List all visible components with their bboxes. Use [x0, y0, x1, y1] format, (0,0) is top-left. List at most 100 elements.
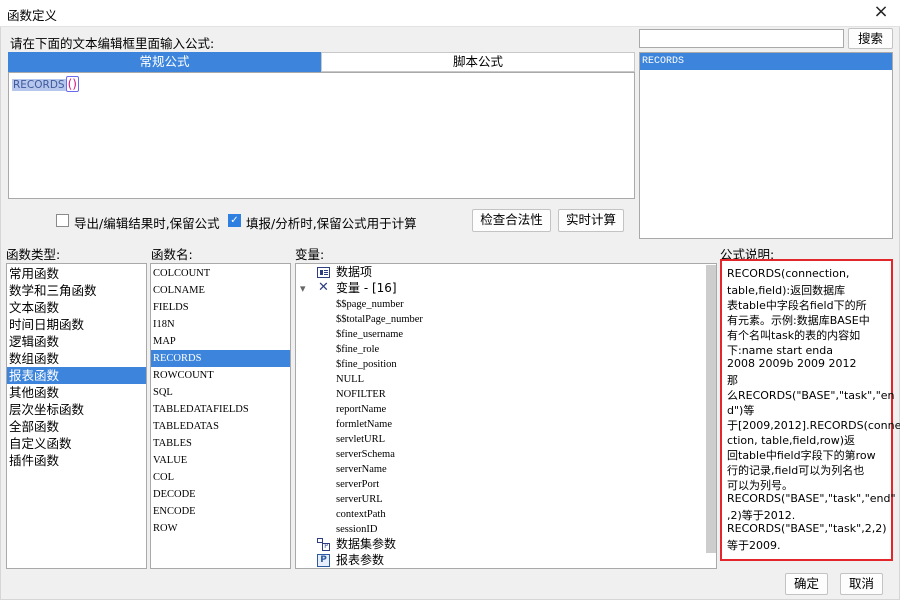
formula-description-panel: RECORDS(connection, table,field):返回数据库表ta… — [720, 259, 900, 561]
chevron-down-icon[interactable]: ▾ — [300, 281, 306, 296]
function-type-item[interactable]: 文本函数 — [7, 299, 146, 316]
tab-regular-formula[interactable]: 常规公式 — [8, 52, 321, 72]
func-name-label: 函数名: — [151, 247, 193, 262]
editor-prompt: 请在下面的文本编辑框里面输入公式: — [10, 36, 215, 51]
description-line: 有个名叫task的表的内容如 — [727, 329, 861, 342]
window-title: 函数定义 — [7, 8, 58, 23]
check-validity-button[interactable]: 检查合法性 — [472, 209, 551, 232]
function-type-item[interactable]: 插件函数 — [7, 452, 146, 469]
function-name-item[interactable]: COLCOUNT — [151, 265, 290, 282]
function-name-item[interactable]: FIELDS — [151, 299, 290, 316]
close-icon[interactable]: × — [871, 2, 891, 22]
search-result-item[interactable]: RECORDS — [640, 53, 892, 70]
description-line: RECORDS("BASE","task",2,2) — [727, 522, 887, 535]
description-line: ,2)等于2012. — [727, 509, 796, 522]
variable-item[interactable]: $fine_role — [336, 342, 379, 357]
formula-parens: () — [65, 76, 79, 92]
variable-item[interactable]: $$totalPage_number — [336, 312, 423, 327]
fill-keep-label: 填报/分析时,保留公式用于计算 — [246, 216, 417, 231]
fill-keep-checkbox[interactable]: ✓ — [228, 214, 241, 227]
description-line: 下:name start enda — [727, 344, 833, 357]
ok-button[interactable]: 确定 — [785, 573, 828, 595]
description-line: RECORDS(connection, — [727, 267, 850, 280]
variable-item[interactable]: NULL — [336, 372, 364, 387]
function-name-item[interactable]: MAP — [151, 333, 290, 350]
variable-item[interactable]: servletURL — [336, 432, 385, 447]
description-line: 于[2009,2012].RECORDS(conne — [727, 419, 900, 432]
tab-script-formula[interactable]: 脚本公式 — [321, 52, 635, 72]
search-results-list[interactable]: RECORDS — [639, 52, 893, 239]
function-name-item[interactable]: SQL — [151, 384, 290, 401]
formula-selection: RECORDS — [12, 79, 66, 91]
function-name-item[interactable]: TABLEDATAS — [151, 418, 290, 435]
description-line: table,field):返回数据库 — [727, 284, 846, 297]
variable-item[interactable]: serverURL — [336, 492, 383, 507]
scrollbar-thumb[interactable] — [706, 265, 716, 553]
description-line: RECORDS("BASE","task","end" — [727, 492, 896, 505]
export-keep-checkbox[interactable] — [56, 214, 69, 227]
description-line: 有元素。示例:数据库BASE中 — [727, 314, 870, 327]
function-name-item[interactable]: TABLES — [151, 435, 290, 452]
title-bar: 函数定义 × — [0, 0, 900, 27]
function-name-item[interactable]: RECORDS — [151, 350, 290, 367]
formula-text[interactable]: RECORDS() — [12, 76, 79, 92]
variable-item[interactable]: formletName — [336, 417, 392, 432]
variable-item[interactable]: NOFILTER — [336, 387, 386, 402]
function-type-item[interactable]: 层次坐标函数 — [7, 401, 146, 418]
variable-scrollbar[interactable] — [706, 265, 716, 553]
search-input[interactable] — [639, 29, 844, 48]
variable-item[interactable]: $$page_number — [336, 297, 404, 312]
function-name-item[interactable]: VALUE — [151, 452, 290, 469]
function-name-item[interactable]: COLNAME — [151, 282, 290, 299]
function-name-item[interactable]: ROW — [151, 520, 290, 537]
realtime-calc-button[interactable]: 实时计算 — [558, 209, 624, 232]
description-line: 那 — [727, 374, 738, 387]
function-name-item[interactable]: DECODE — [151, 486, 290, 503]
function-type-item[interactable]: 全部函数 — [7, 418, 146, 435]
formula-editor[interactable]: RECORDS() — [8, 72, 635, 199]
variable-x-icon: ✕ — [318, 280, 329, 295]
cancel-button[interactable]: 取消 — [840, 573, 883, 595]
function-type-item[interactable]: 自定义函数 — [7, 435, 146, 452]
variable-label: 变量: — [295, 247, 325, 262]
description-line: 回table中field字段下的第row — [727, 449, 876, 462]
function-name-item[interactable]: I18N — [151, 316, 290, 333]
variable-tree[interactable]: 数据项 ▾ ✕ 变量 - [16] $$page_number $$totalPa… — [295, 263, 717, 569]
description-line: 么RECORDS("BASE","task","en — [727, 389, 895, 402]
function-type-item[interactable]: 其他函数 — [7, 384, 146, 401]
description-line: 表table中字段名field下的所 — [727, 299, 867, 312]
variable-item[interactable]: $fine_position — [336, 357, 397, 372]
description-line: 2008 2009b 2009 2012 — [727, 357, 857, 370]
variable-item[interactable]: serverSchema — [336, 447, 395, 462]
report-params-icon: P — [317, 554, 330, 567]
variable-item[interactable]: sessionID — [336, 522, 377, 537]
dataset-params-icon: P — [317, 538, 331, 551]
function-type-list[interactable]: 常用函数 数学和三角函数 文本函数 时间日期函数 逻辑函数 数组函数 报表函数 其他函数 层次坐… — [6, 263, 147, 569]
export-keep-label: 导出/编辑结果时,保留公式 — [74, 216, 220, 231]
report-params-label: 报表参数 — [336, 553, 385, 567]
description-line: d")等 — [727, 404, 755, 417]
variable-item[interactable]: serverName — [336, 462, 387, 477]
description-line: ction, table,field,row)返 — [727, 434, 855, 447]
function-name-item[interactable]: ENCODE — [151, 503, 290, 520]
function-type-item[interactable]: 常用函数 — [7, 265, 146, 282]
func-type-label: 函数类型: — [6, 247, 61, 262]
dataset-params-label: 数据集参数 — [336, 537, 397, 551]
function-name-item[interactable]: TABLEDATAFIELDS — [151, 401, 290, 418]
description-line: 行的记录,field可以为列名也 — [727, 464, 865, 477]
data-item-icon — [317, 267, 330, 278]
function-type-item[interactable]: 时间日期函数 — [7, 316, 146, 333]
function-name-item[interactable]: COL — [151, 469, 290, 486]
function-name-list[interactable]: COLCOUNT COLNAME FIELDS I18N MAP RECORDS ROWCO… — [150, 263, 291, 569]
search-button[interactable]: 搜索 — [848, 28, 893, 49]
function-type-item[interactable]: 报表函数 — [7, 367, 146, 384]
variable-item[interactable]: $fine_username — [336, 327, 403, 342]
variable-item[interactable]: reportName — [336, 402, 386, 417]
function-type-item[interactable]: 数组函数 — [7, 350, 146, 367]
function-name-item[interactable]: ROWCOUNT — [151, 367, 290, 384]
function-type-item[interactable]: 数学和三角函数 — [7, 282, 146, 299]
variable-item[interactable]: serverPort — [336, 477, 379, 492]
variable-item[interactable]: contextPath — [336, 507, 386, 522]
variable-group-label: 变量 - [16] — [336, 281, 397, 295]
function-type-item[interactable]: 逻辑函数 — [7, 333, 146, 350]
